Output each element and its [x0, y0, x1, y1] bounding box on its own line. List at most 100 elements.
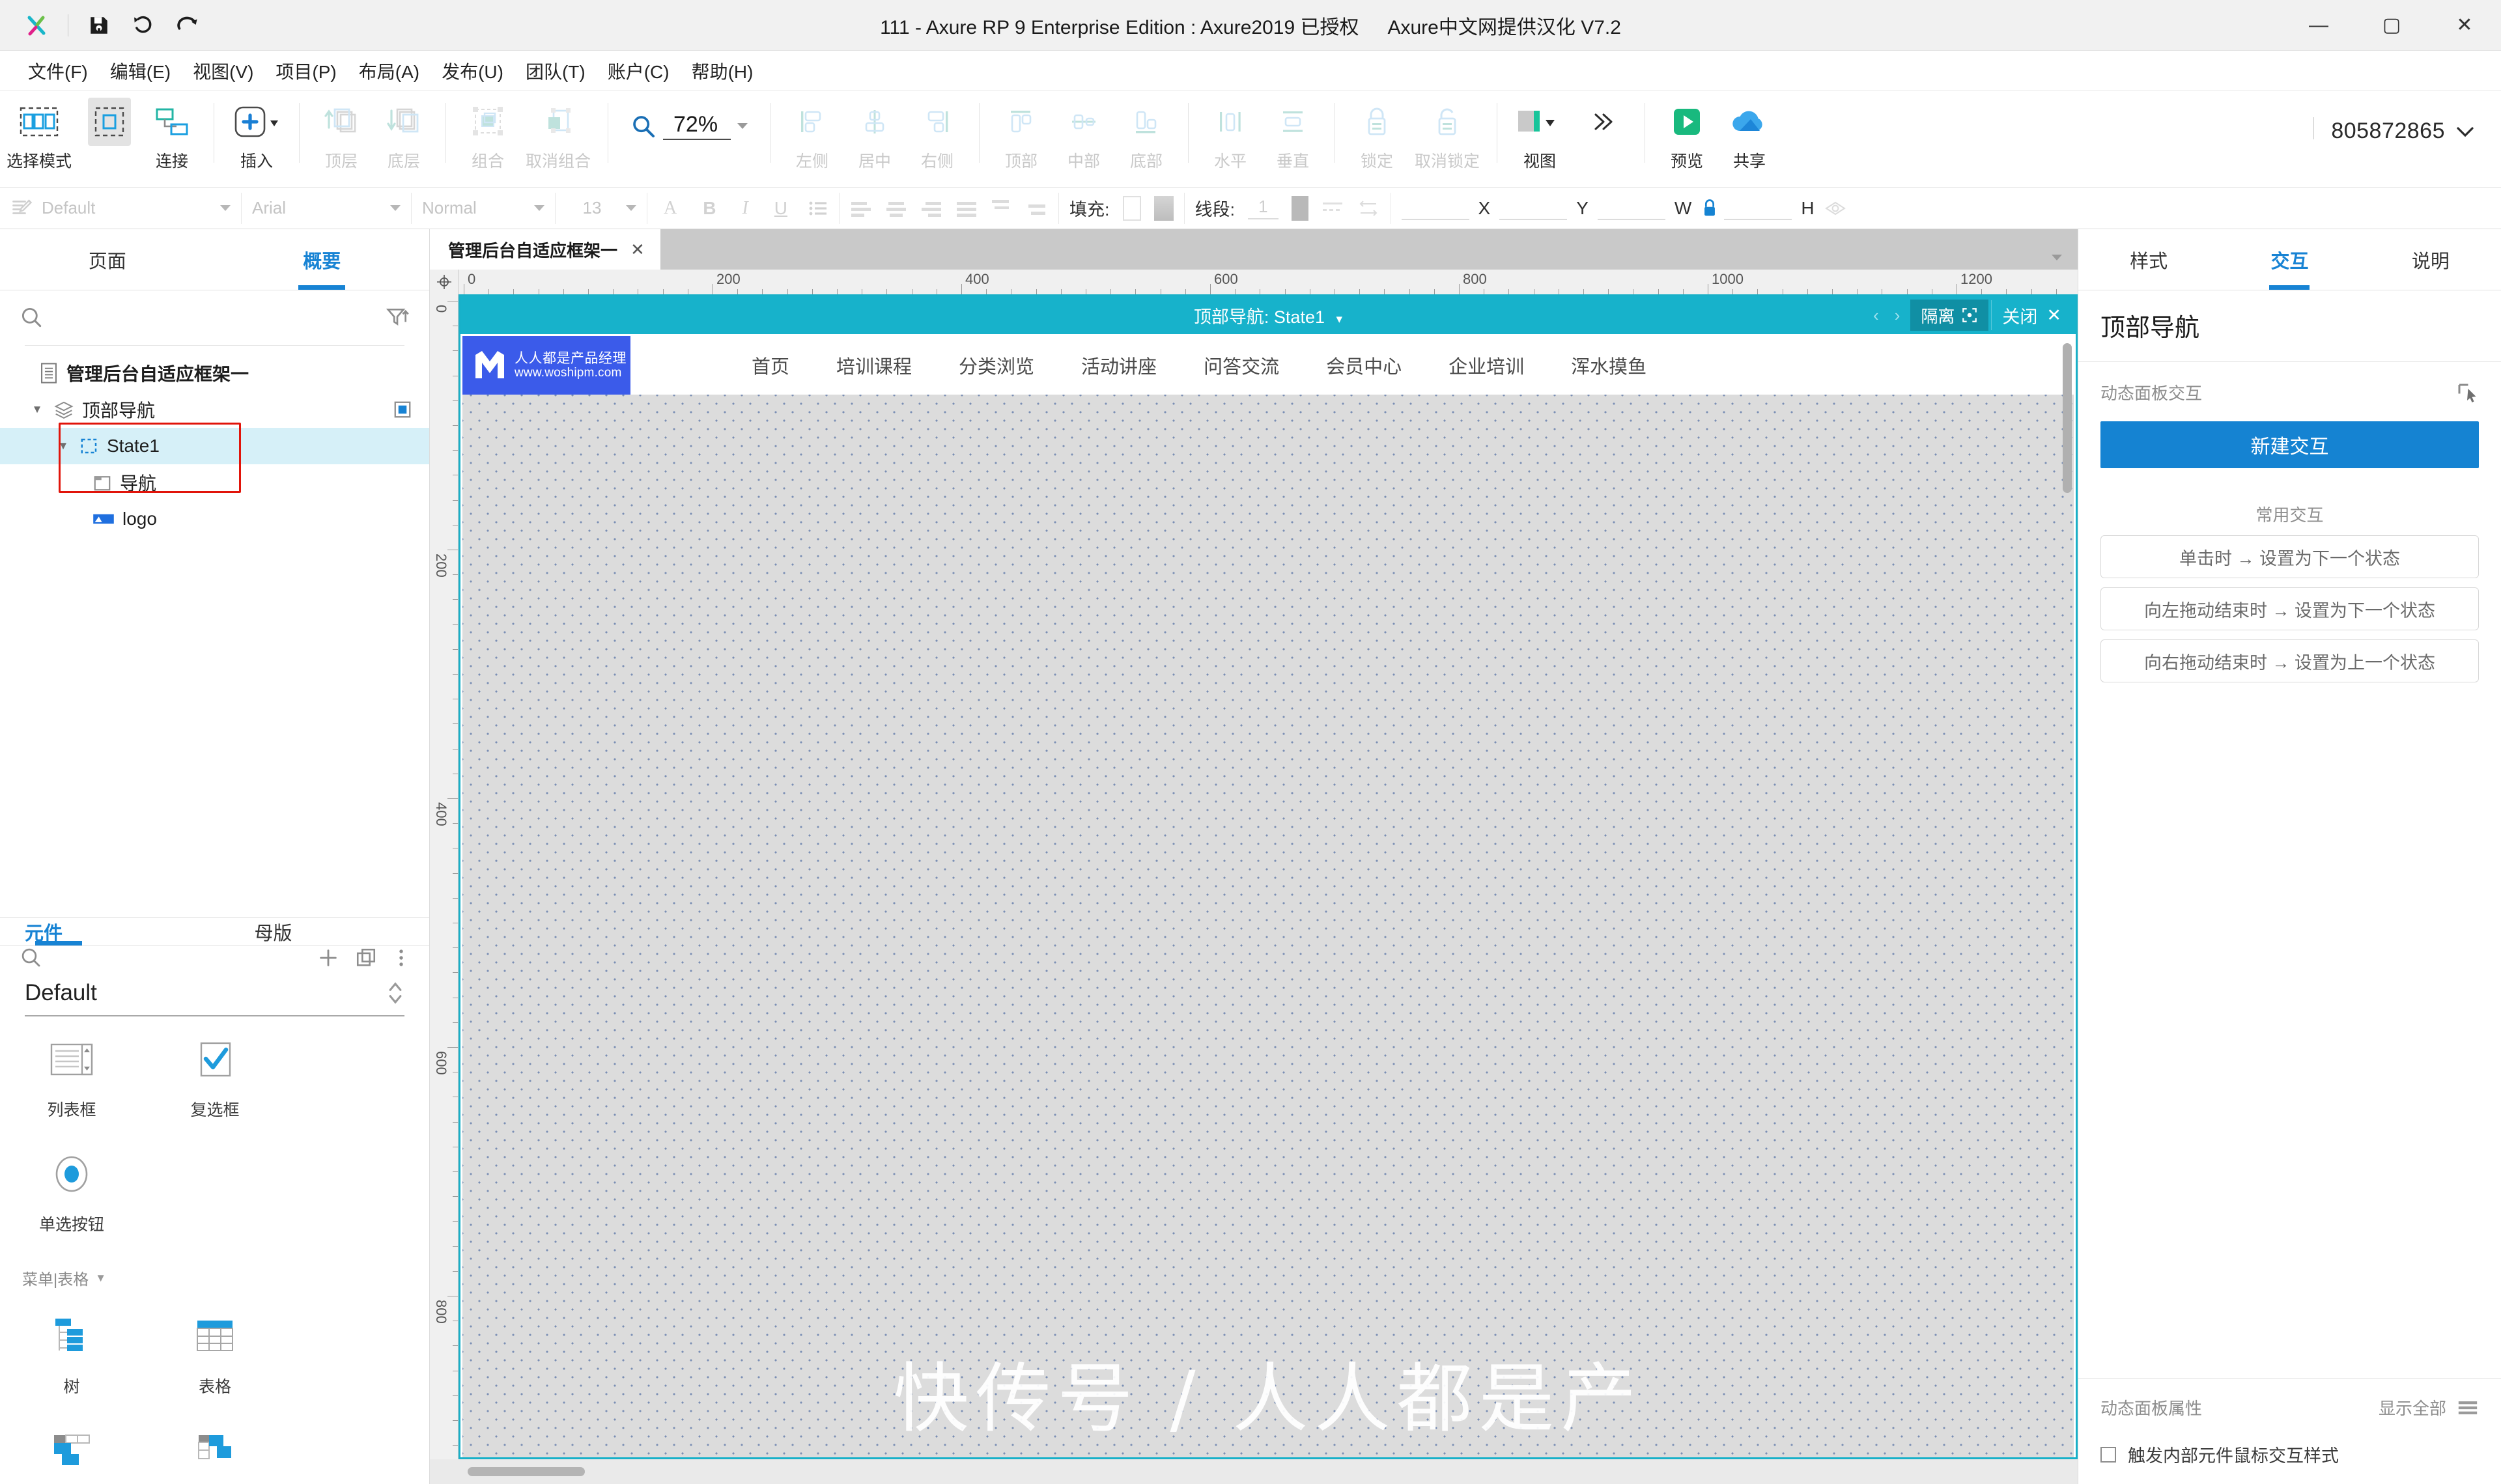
- maximize-button[interactable]: ▢: [2355, 0, 2428, 51]
- widget-radio-button[interactable]: 单选按钮: [0, 1138, 143, 1252]
- group-chevron-down-icon[interactable]: ▼: [95, 1272, 106, 1285]
- hamburger-icon[interactable]: [2457, 1399, 2479, 1416]
- tree-item-dynamic-panel[interactable]: ▼ 顶部导航: [0, 391, 429, 428]
- share-button[interactable]: 共享: [1718, 98, 1781, 180]
- nav-link-enterprise[interactable]: 企业培训: [1425, 352, 1547, 379]
- menu-item-view[interactable]: 视图(V): [182, 54, 264, 88]
- font-family-chevron-down-icon[interactable]: [390, 205, 401, 211]
- zoom-value[interactable]: 72%: [663, 112, 731, 140]
- style-selector[interactable]: Default: [0, 188, 241, 229]
- tab-widgets[interactable]: 元件: [0, 918, 117, 945]
- dynamic-panel-title[interactable]: 顶部导航: State1 ▾: [460, 303, 2076, 328]
- widget-table[interactable]: 表格: [143, 1300, 287, 1414]
- align-bottom-button[interactable]: 底部: [1115, 98, 1178, 180]
- tree-item-state1[interactable]: ▼ State1: [0, 428, 429, 464]
- select-target-icon[interactable]: [2455, 381, 2479, 404]
- minimize-button[interactable]: —: [2282, 0, 2355, 51]
- distribute-horizontal-button[interactable]: 水平: [1199, 98, 1262, 180]
- tree-item-nav-group[interactable]: 导航: [0, 464, 429, 501]
- save-icon[interactable]: [79, 5, 119, 46]
- canvas-horizontal-scrollbar[interactable]: [430, 1459, 2078, 1484]
- common-interaction-swipe-right-prev[interactable]: 向右拖动结束时 → 设置为上一个状态: [2100, 639, 2479, 682]
- nav-link-misc[interactable]: 浑水摸鱼: [1547, 352, 1670, 379]
- search-icon[interactable]: [20, 305, 44, 330]
- scrollbar-thumb[interactable]: [468, 1467, 585, 1476]
- nav-link-categories[interactable]: 分类浏览: [935, 352, 1058, 379]
- line-control[interactable]: 线段: 1: [1185, 188, 1391, 229]
- insert-button[interactable]: 插入: [225, 98, 289, 180]
- plus-icon[interactable]: [317, 947, 339, 969]
- select-single-mode-button[interactable]: [78, 98, 141, 180]
- menu-item-help[interactable]: 帮助(H): [681, 54, 765, 88]
- tree-twisty[interactable]: ▼: [29, 403, 46, 416]
- send-to-back-button[interactable]: 底层: [373, 98, 435, 180]
- common-interaction-swipe-left-next[interactable]: 向左拖动结束时 → 设置为下一个状态: [2100, 587, 2479, 630]
- menu-item-file[interactable]: 文件(F): [17, 54, 99, 88]
- tab-notes[interactable]: 说明: [2360, 229, 2501, 290]
- trigger-inner-mouse-style-checkbox[interactable]: 触发内部元件鼠标交互样式: [2100, 1442, 2479, 1467]
- design-canvas[interactable]: 顶部导航: State1 ▾ ‹ › 隔离 关闭 ✕ 人人都是产品经理 www.…: [459, 294, 2078, 1459]
- fill-color-swatch[interactable]: [1122, 195, 1141, 221]
- filter-icon[interactable]: [385, 305, 410, 330]
- line-color-swatch[interactable]: [1291, 195, 1308, 221]
- align-center-button[interactable]: 居中: [843, 98, 906, 180]
- close-window-button[interactable]: ✕: [2428, 0, 2501, 51]
- zoom-chevron-down-icon[interactable]: [737, 123, 748, 129]
- menu-item-team[interactable]: 团队(T): [515, 54, 597, 88]
- nav-link-home[interactable]: 首页: [728, 352, 813, 379]
- menu-item-publish[interactable]: 发布(U): [431, 54, 515, 88]
- common-interaction-click-next[interactable]: 单击时 → 设置为下一个状态: [2100, 535, 2479, 578]
- nav-link-qa[interactable]: 问答交流: [1180, 352, 1303, 379]
- nav-link-events[interactable]: 活动讲座: [1058, 352, 1180, 379]
- tab-pages[interactable]: 页面: [0, 229, 215, 290]
- align-text-justify-icon[interactable]: [955, 199, 978, 217]
- view-button[interactable]: 视图: [1508, 98, 1572, 180]
- align-text-right-icon[interactable]: [920, 199, 942, 217]
- font-weight-selector[interactable]: Normal: [412, 188, 555, 229]
- ungroup-button[interactable]: 取消组合: [519, 98, 597, 180]
- fill-control[interactable]: 填充:: [1059, 188, 1184, 229]
- bring-to-front-button[interactable]: 顶层: [310, 98, 373, 180]
- page-tab-overflow-chevron-icon[interactable]: [2052, 255, 2062, 260]
- bold-icon[interactable]: B: [697, 198, 722, 219]
- widget-group-header-menu-table[interactable]: 菜单|表格 ▼: [0, 1252, 429, 1293]
- selected-widget-name[interactable]: 顶部导航: [2100, 307, 2479, 343]
- lock-button[interactable]: 锁定: [1346, 98, 1408, 180]
- y-input[interactable]: [1499, 197, 1568, 220]
- italic-icon[interactable]: I: [736, 198, 754, 219]
- lock-aspect-icon[interactable]: [1701, 197, 1719, 219]
- align-text-center-icon[interactable]: [885, 199, 907, 217]
- align-text-left-icon[interactable]: [850, 199, 872, 217]
- kebab-menu-icon[interactable]: [393, 947, 410, 969]
- unlock-button[interactable]: 取消锁定: [1408, 98, 1486, 180]
- nav-link-members[interactable]: 会员中心: [1303, 352, 1425, 379]
- widget-listbox[interactable]: 列表框: [0, 1023, 143, 1138]
- ruler-origin-icon[interactable]: [430, 270, 459, 294]
- align-top-button[interactable]: 顶部: [990, 98, 1053, 180]
- widget-vertical-menu[interactable]: 垂直菜单: [143, 1414, 287, 1484]
- canvas-vertical-scrollbar[interactable]: [2063, 343, 2072, 493]
- font-weight-chevron-down-icon[interactable]: [534, 205, 544, 211]
- redo-icon[interactable]: [167, 5, 208, 46]
- panel-state-badge[interactable]: [393, 400, 412, 419]
- widget-checkbox[interactable]: 复选框: [143, 1023, 287, 1138]
- w-input[interactable]: [1597, 197, 1665, 220]
- menu-item-edit[interactable]: 编辑(E): [99, 54, 182, 88]
- tab-style[interactable]: 样式: [2078, 229, 2219, 290]
- font-size-selector[interactable]: 13: [556, 188, 647, 229]
- checkbox-box[interactable]: [2100, 1446, 2116, 1463]
- distribute-vertical-button[interactable]: 垂直: [1262, 98, 1324, 180]
- font-size-chevron-down-icon[interactable]: [626, 205, 636, 211]
- account-menu[interactable]: 805872865: [2307, 117, 2501, 144]
- undo-icon[interactable]: [123, 5, 163, 46]
- show-all-group[interactable]: 显示全部: [2379, 1395, 2479, 1420]
- line-style-icon[interactable]: [1321, 200, 1344, 217]
- more-toolbar-button[interactable]: [1572, 98, 1634, 180]
- align-left-button[interactable]: 左侧: [781, 98, 843, 180]
- duplicate-icon[interactable]: [355, 947, 377, 969]
- zoom-control[interactable]: 72%: [619, 112, 759, 140]
- x-input[interactable]: [1401, 197, 1469, 220]
- dynamic-panel-state-chevron-icon[interactable]: ▾: [1336, 313, 1343, 326]
- menu-item-account[interactable]: 账户(C): [597, 54, 681, 88]
- connect-button[interactable]: 连接: [141, 98, 203, 180]
